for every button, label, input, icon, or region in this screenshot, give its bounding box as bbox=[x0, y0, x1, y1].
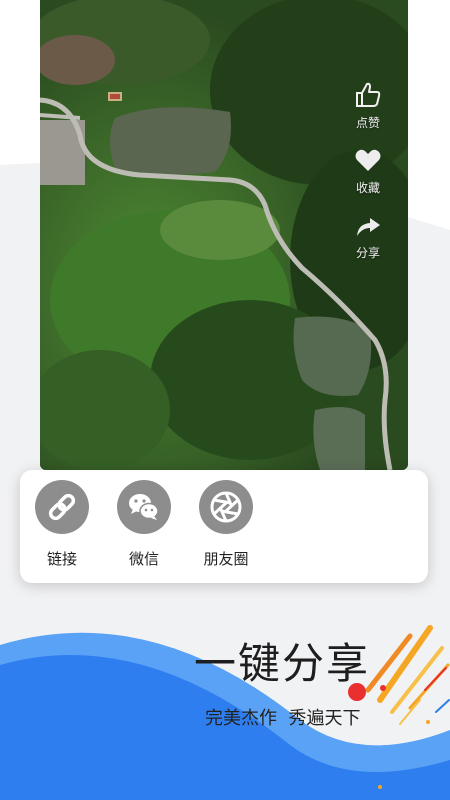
share-arrow-icon bbox=[357, 218, 380, 236]
share-option-label: 朋友圈 bbox=[203, 550, 249, 568]
thumbs-up-icon bbox=[356, 82, 381, 107]
share-option-icon-circle bbox=[117, 480, 171, 534]
like-label: 点赞 bbox=[355, 116, 380, 130]
wechat-icon bbox=[129, 494, 159, 520]
video-preview-card[interactable]: 点赞 收藏 分享 bbox=[40, 0, 408, 470]
share-label: 分享 bbox=[355, 246, 380, 260]
share-option-label: 微信 bbox=[128, 550, 159, 568]
share-button[interactable]: 分享 bbox=[353, 210, 383, 261]
share-option-icon-circle bbox=[35, 480, 89, 534]
promo-title: 一键分享 bbox=[194, 639, 371, 688]
share-option-moments[interactable]: 朋友圈 bbox=[196, 480, 256, 569]
share-option-wechat[interactable]: 微信 bbox=[114, 480, 174, 569]
share-option-link[interactable]: 链接 bbox=[32, 480, 92, 569]
like-button[interactable]: 点赞 bbox=[353, 80, 383, 131]
moments-icon bbox=[210, 491, 242, 523]
share-option-icon-circle bbox=[199, 480, 253, 534]
favorite-label: 收藏 bbox=[355, 181, 380, 195]
share-sheet: 链接 微信 朋友圈 bbox=[20, 470, 428, 583]
share-option-label: 链接 bbox=[46, 550, 77, 568]
promo-subtitle: 完美杰作 秀遍天下 bbox=[205, 708, 361, 729]
heart-icon bbox=[355, 149, 381, 171]
side-action-bar: 点赞 收藏 分享 bbox=[348, 80, 388, 275]
link-icon bbox=[48, 493, 76, 521]
favorite-button[interactable]: 收藏 bbox=[353, 145, 383, 196]
